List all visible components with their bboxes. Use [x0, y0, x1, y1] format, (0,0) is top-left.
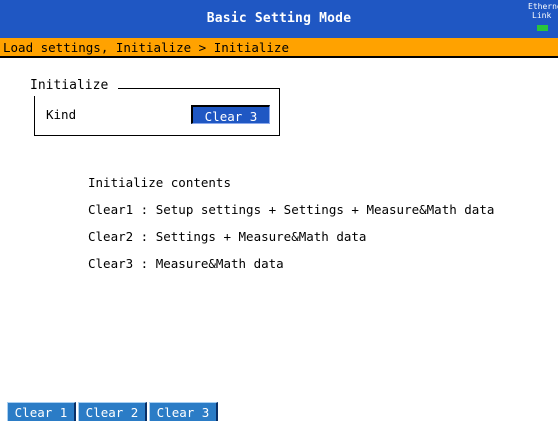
screen-title: Basic Setting Mode: [206, 11, 352, 26]
softkey-clear-1[interactable]: Clear 1: [7, 402, 76, 421]
kind-value-field[interactable]: Clear 3: [191, 105, 270, 124]
screen: Basic Setting Mode Etherne Link Load set…: [0, 0, 558, 421]
clear1-description: Clear1 : Setup settings + Settings + Mea…: [88, 202, 495, 217]
title-bar: Basic Setting Mode Etherne Link: [0, 0, 558, 38]
clear2-description: Clear2 : Settings + Measure&Math data: [88, 229, 367, 244]
ethernet-status: Etherne Link: [528, 2, 558, 32]
ethernet-link-led-icon: [537, 25, 548, 31]
ethernet-label: Etherne: [528, 2, 558, 11]
initialize-group-title: Initialize: [20, 76, 119, 96]
kind-label: Kind: [46, 107, 77, 122]
contents-heading: Initialize contents: [88, 175, 231, 190]
ethernet-link-label: Link: [532, 11, 552, 20]
softkey-clear-2[interactable]: Clear 2: [78, 402, 147, 421]
breadcrumb: Load settings, Initialize > Initialize: [3, 40, 289, 55]
softkey-clear-3[interactable]: Clear 3: [149, 402, 218, 421]
clear3-description: Clear3 : Measure&Math data: [88, 256, 284, 271]
breadcrumb-bar: Load settings, Initialize > Initialize: [0, 38, 558, 58]
